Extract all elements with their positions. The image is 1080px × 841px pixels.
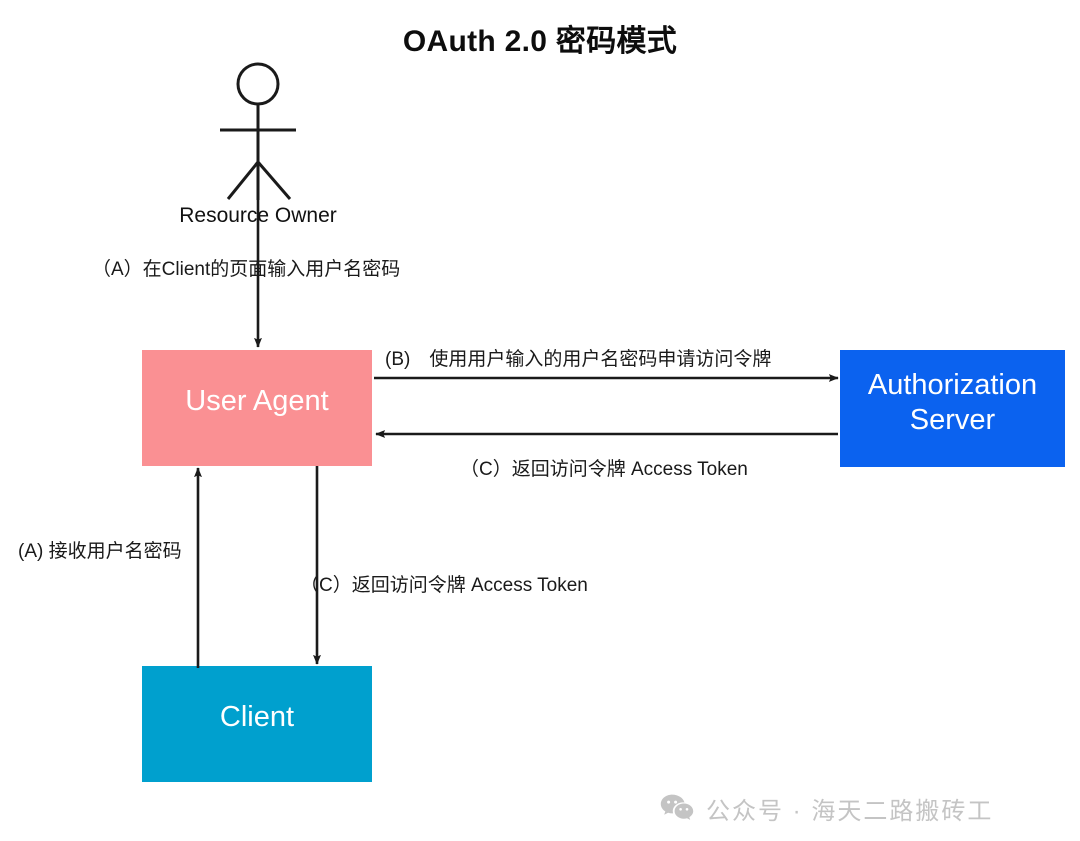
edge-b-user-agent-to-auth-server-label: (B) 使用用户输入的用户名密码申请访问令牌 [385,349,772,370]
user-agent-label: User Agent [185,385,329,417]
watermark-text: 公众号 · 海天二路搬砖工 [706,798,994,825]
edge-c-user-agent-to-client-label: （C）返回访问令牌 Access Token [300,575,588,596]
wechat-icon [660,794,694,820]
resource-owner-figure [220,62,296,200]
diagram-canvas: OAuth 2.0 密码模式 Resource Owner （A）在Client… [0,0,1080,841]
resource-owner-label: Resource Owner [179,204,337,227]
watermark: 公众号 · 海天二路搬砖工 [660,791,993,826]
edge-a-owner-to-user-agent-label: （A）在Client的页面输入用户名密码 [92,259,401,280]
client-label: Client [219,701,295,733]
page-title: OAuth 2.0 密码模式 [402,25,678,58]
authorization-server-label: Authorization Server [867,369,1038,437]
edge-c-auth-server-to-user-agent-label: （C）返回访问令牌 Access Token [460,459,748,480]
edge-a-client-to-user-agent-label: (A) 接收用户名密码 [18,541,182,562]
